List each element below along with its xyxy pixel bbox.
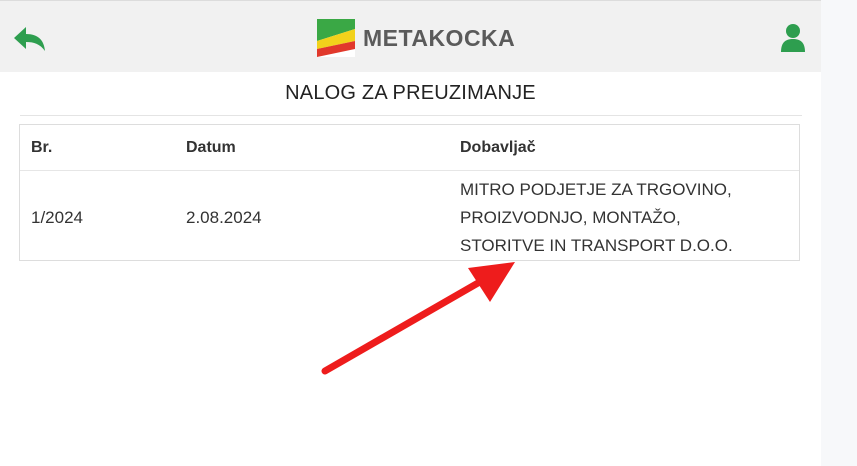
brand-logo: METAKOCKA [317, 18, 515, 58]
logo-mark-icon [317, 19, 355, 57]
supplier-line: MITRO PODJETJE ZA TRGOVINO, [460, 180, 732, 199]
table-header: Br. Datum Dobavljač [20, 125, 799, 171]
brand-name: METAKOCKA [363, 24, 516, 51]
column-header-datum[interactable]: Datum [186, 139, 236, 157]
divider [20, 115, 802, 116]
cell-datum: 2.08.2024 [186, 208, 262, 227]
back-arrow-icon[interactable] [12, 25, 50, 53]
pickup-orders-table: Br. Datum Dobavljač 1/2024 2.08.2024 MIT… [19, 124, 800, 261]
supplier-line: STORITVE IN TRANSPORT D.O.O. [460, 236, 733, 255]
page-title: NALOG ZA PREUZIMANJE [285, 82, 536, 104]
column-header-dobavljac[interactable]: Dobavljač [460, 139, 536, 157]
app-page: METAKOCKA NALOG ZA PREUZIMANJE Br. Datum… [0, 0, 821, 466]
top-bar: METAKOCKA [0, 0, 821, 72]
cell-dobavljac: MITRO PODJETJE ZA TRGOVINO, PROIZVODNJO,… [460, 176, 733, 260]
user-icon[interactable] [780, 23, 806, 53]
column-header-br[interactable]: Br. [31, 139, 52, 157]
cell-br: 1/2024 [31, 208, 83, 227]
supplier-line: PROIZVODNJO, MONTAŽO, [460, 208, 681, 227]
right-gutter [821, 0, 857, 466]
